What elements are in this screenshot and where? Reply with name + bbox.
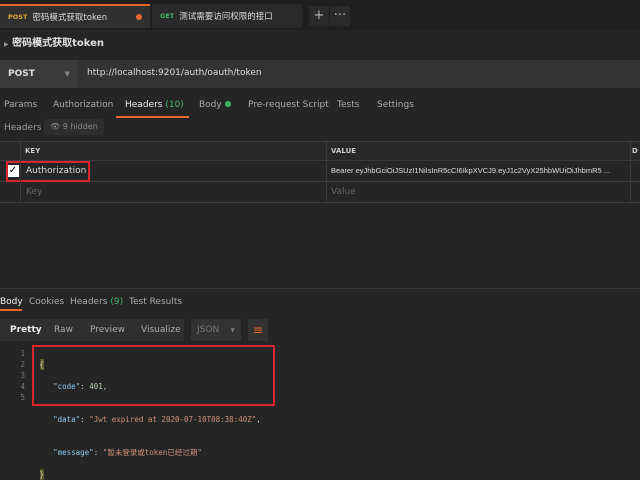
resp-tab-test-results[interactable]: Test Results: [129, 297, 182, 307]
tab-body[interactable]: Body: [199, 100, 231, 110]
resp-tab-headers[interactable]: Headers (9): [70, 297, 123, 307]
tab-settings[interactable]: Settings: [377, 100, 414, 110]
tab-prerequest[interactable]: Pre-request Script: [248, 100, 329, 110]
tab-tests[interactable]: Tests: [337, 100, 359, 110]
pretty-button[interactable]: Pretty: [10, 325, 42, 335]
tab-label: 密码模式获取token: [32, 13, 108, 23]
raw-button[interactable]: Raw: [54, 325, 73, 335]
visualize-button[interactable]: Visualize: [141, 325, 181, 335]
resp-tab-body[interactable]: Body: [0, 297, 23, 311]
col-divider: [20, 141, 21, 203]
hidden-headers-toggle[interactable]: 👁 9 hidden: [44, 119, 104, 135]
method-badge: POST: [8, 13, 28, 21]
chevron-down-icon: ▼: [230, 327, 235, 334]
tab-test-auth[interactable]: GET 测试需要访问权限的接口: [152, 4, 302, 28]
table-row-empty: Key Value: [0, 182, 640, 203]
tab-params[interactable]: Params: [4, 100, 37, 110]
unsaved-dot-icon: [136, 14, 142, 20]
eye-icon: 👁: [50, 122, 61, 131]
tab-headers[interactable]: Headers (10): [116, 100, 189, 118]
format-select[interactable]: JSON ▼: [191, 319, 241, 341]
headers-label: Headers: [4, 123, 42, 133]
resp-tab-cookies[interactable]: Cookies: [29, 297, 64, 307]
highlight-box: [32, 345, 275, 406]
method-select[interactable]: POST ▼: [0, 60, 78, 88]
new-tab-plus-icon[interactable]: +: [309, 6, 329, 26]
pane-divider[interactable]: [0, 288, 640, 289]
method-badge: GET: [160, 12, 175, 20]
table-row: ✓ Authorization Bearer eyJhbGciOiJSUzI1N…: [0, 161, 640, 182]
key-placeholder[interactable]: Key: [26, 187, 42, 197]
tab-authorization[interactable]: Authorization: [53, 100, 113, 110]
value-placeholder[interactable]: Value: [331, 187, 356, 197]
chevron-down-icon: ▼: [64, 70, 70, 78]
header-value[interactable]: Bearer eyJhbGciOiJSUzI1NiIsInR5cCI6IkpXV…: [331, 166, 626, 176]
header-key[interactable]: Authorization: [26, 166, 86, 176]
url-input[interactable]: http://localhost:9201/auth/oauth/token: [87, 68, 262, 78]
request-title[interactable]: ▶ 密码模式获取token: [4, 34, 104, 49]
caret-right-icon: ▶: [4, 41, 9, 48]
col-divider: [630, 141, 631, 203]
line-numbers: 12345: [20, 349, 25, 402]
tab-label: 测试需要访问权限的接口: [179, 12, 273, 22]
body-indicator-icon: [224, 101, 231, 107]
wrap-lines-icon[interactable]: ≡: [248, 319, 268, 341]
col-divider: [326, 141, 327, 203]
preview-button[interactable]: Preview: [90, 325, 125, 335]
table-header: KEY VALUE D: [0, 141, 640, 161]
more-tabs-icon[interactable]: ···: [330, 6, 350, 26]
tab-password-token[interactable]: POST 密码模式获取token: [0, 4, 150, 28]
